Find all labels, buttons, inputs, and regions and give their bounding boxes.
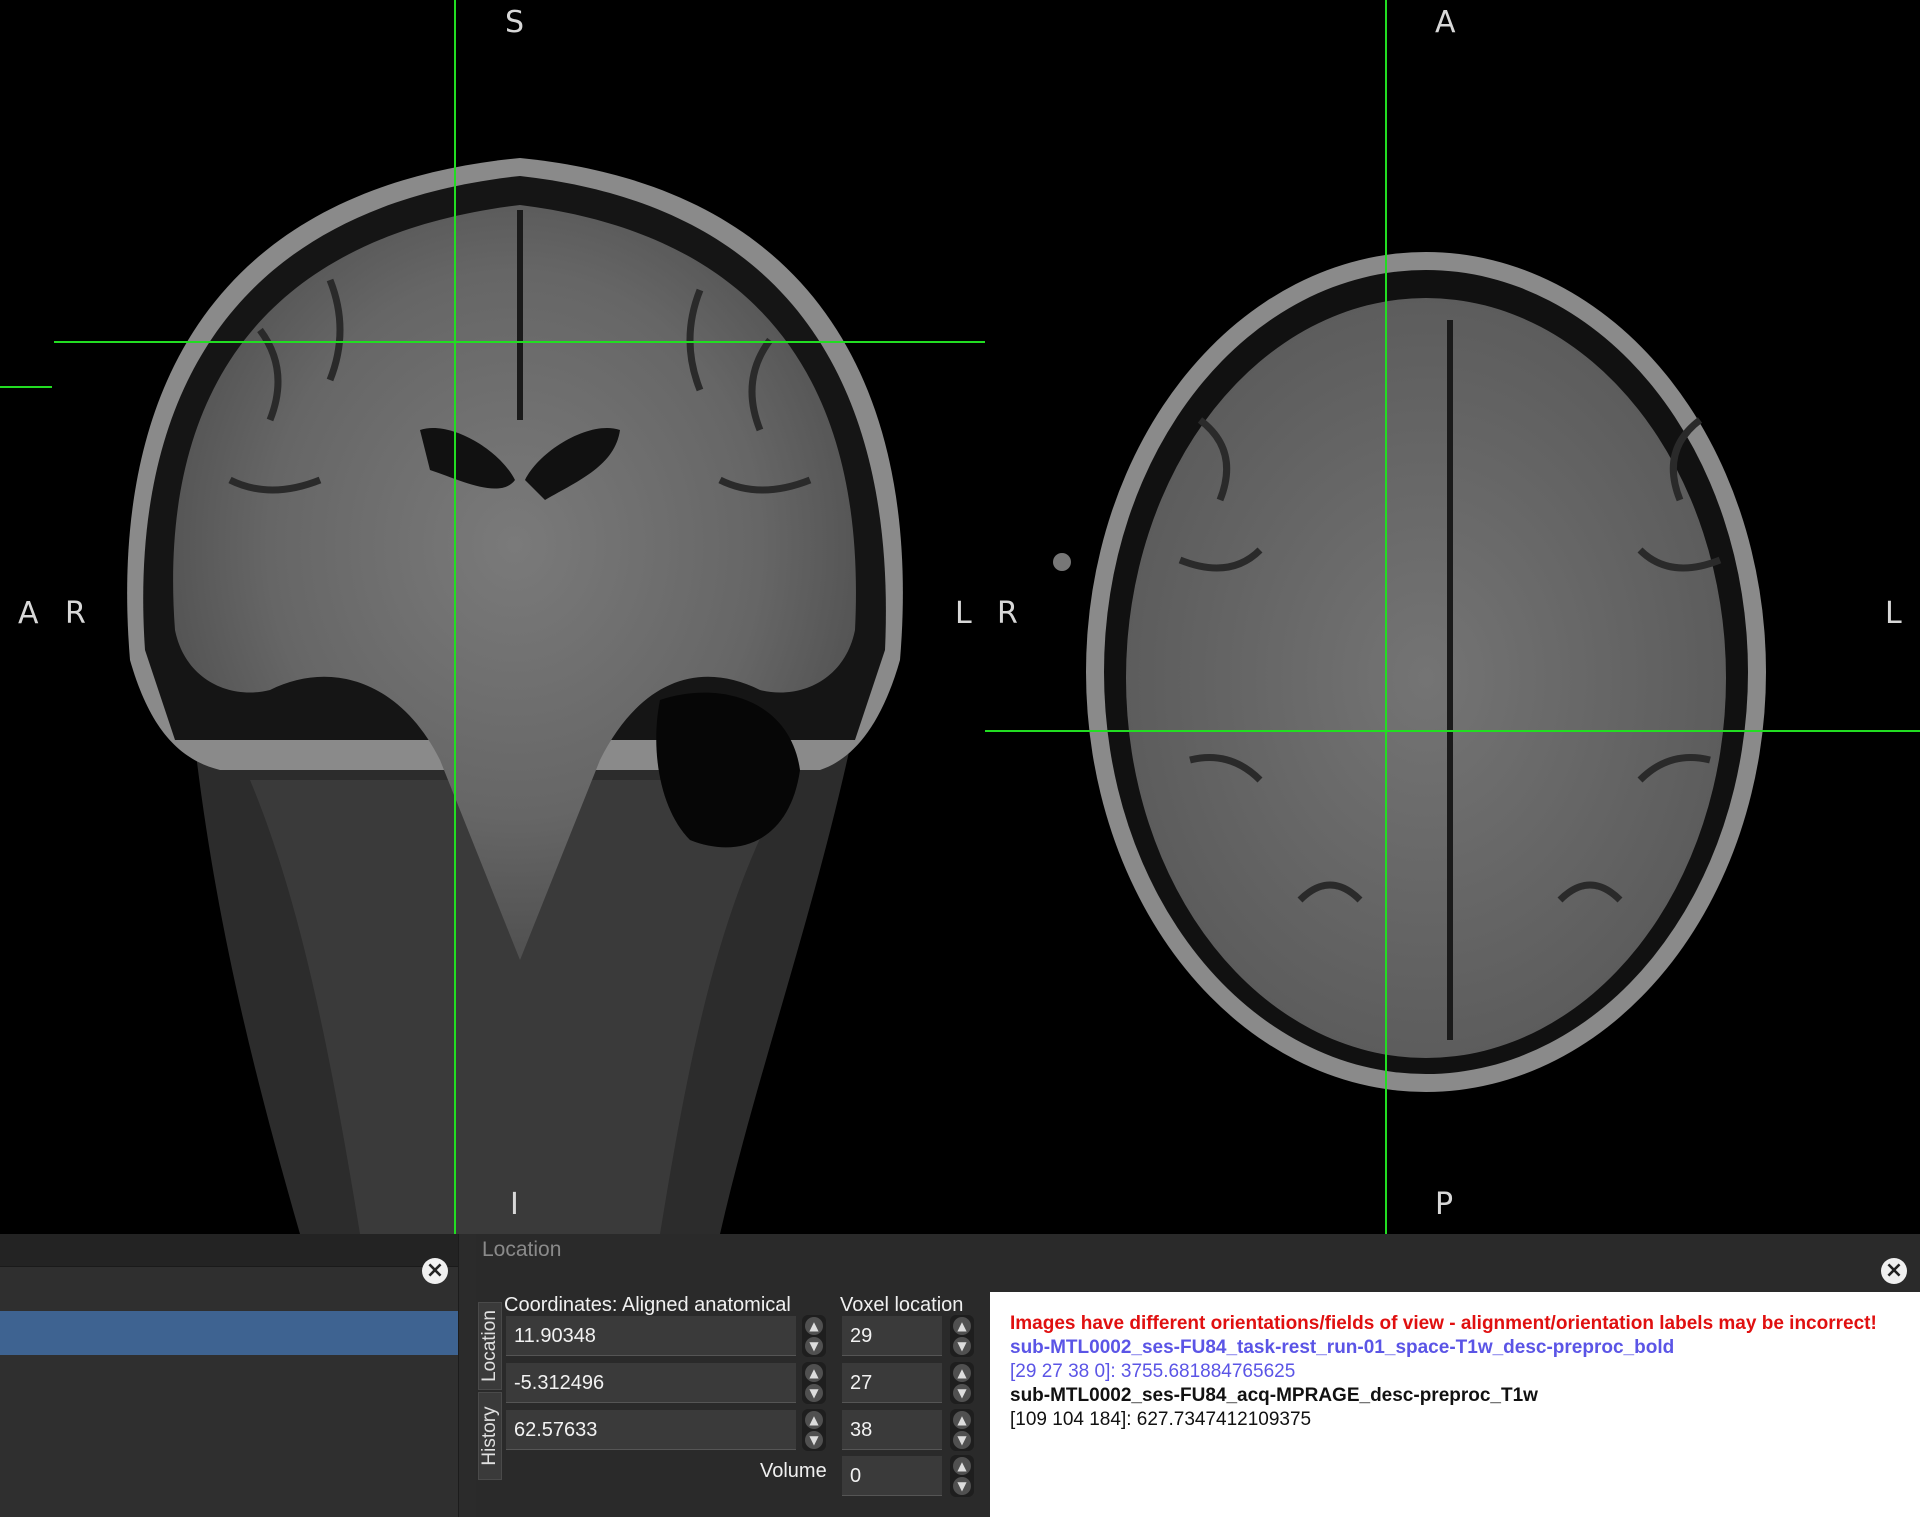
close-circle-icon[interactable]: × [1881, 1258, 1907, 1284]
voxel-x-input[interactable]: 29 [842, 1316, 942, 1356]
image1-value: [29 27 38 0]: 3755.681884765625 [1010, 1361, 1296, 1382]
volume-spinner[interactable]: ▲ ▼ [950, 1455, 974, 1497]
coronal-top-label: S [505, 5, 525, 40]
image2-value: [109 104 184]: 627.7347412109375 [1010, 1409, 1312, 1430]
coronal-bottom-label: I [510, 1187, 519, 1222]
coronal-right-label: L [955, 596, 972, 631]
image2-name: sub-MTL0002_ses-FU84_acq-MPRAGE_desc-pre… [1010, 1385, 1538, 1406]
volume-label: Volume [760, 1460, 827, 1482]
coronal-far-left-label: A [18, 596, 39, 631]
coordinate-x-input[interactable]: 11.90348 [506, 1316, 796, 1356]
close-circle-icon[interactable]: × [422, 1258, 448, 1284]
axial-right-label: L [1885, 596, 1902, 631]
tab-history[interactable]: History [478, 1392, 502, 1480]
location-panel-title: Location [482, 1238, 562, 1261]
coordinate-y-spinner[interactable]: ▲ ▼ [802, 1362, 826, 1404]
location-panel: Location × Location History Coordinates:… [476, 1234, 1920, 1517]
location-tabs: Location History [476, 1296, 502, 1517]
coordinate-z-spinner[interactable]: ▲ ▼ [802, 1409, 826, 1451]
orientation-warning: Images have different orientations/field… [1010, 1313, 1877, 1334]
voxel-x-spinner[interactable]: ▲ ▼ [950, 1315, 974, 1357]
layer-list-header [0, 1234, 458, 1267]
voxel-y-input[interactable]: 27 [842, 1363, 942, 1403]
voxel-z-input[interactable]: 38 [842, 1410, 942, 1450]
axial-slice-image [1053, 252, 1766, 1092]
coronal-left-label: R [65, 596, 86, 631]
layer-list-selected-row[interactable] [0, 1311, 458, 1355]
axial-bottom-label: P [1435, 1187, 1454, 1222]
bottom-dock: × Location × Location History Coordinate… [0, 1234, 1920, 1517]
voxel-location-label: Voxel location [840, 1294, 964, 1316]
axial-top-label: A [1435, 5, 1456, 40]
axial-left-label: R [997, 596, 1018, 631]
image-info-box: Images have different orientations/field… [990, 1292, 1920, 1517]
coordinate-x-spinner[interactable]: ▲ ▼ [802, 1315, 826, 1357]
layer-list-panel: × [0, 1234, 459, 1517]
voxel-z-spinner[interactable]: ▲ ▼ [950, 1409, 974, 1451]
image1-name: sub-MTL0002_ses-FU84_task-rest_run-01_sp… [1010, 1337, 1675, 1358]
coordinate-y-input[interactable]: -5.312496 [506, 1363, 796, 1403]
coronal-slice-image [127, 158, 903, 1234]
volume-input[interactable]: 0 [842, 1456, 942, 1496]
image-viewer[interactable]: S I A R L A P R L [0, 0, 1920, 1234]
tab-location[interactable]: Location [478, 1302, 502, 1390]
coordinate-z-input[interactable]: 62.57633 [506, 1410, 796, 1450]
coordinates-label: Coordinates: Aligned anatomical [504, 1294, 791, 1316]
voxel-y-spinner[interactable]: ▲ ▼ [950, 1362, 974, 1404]
